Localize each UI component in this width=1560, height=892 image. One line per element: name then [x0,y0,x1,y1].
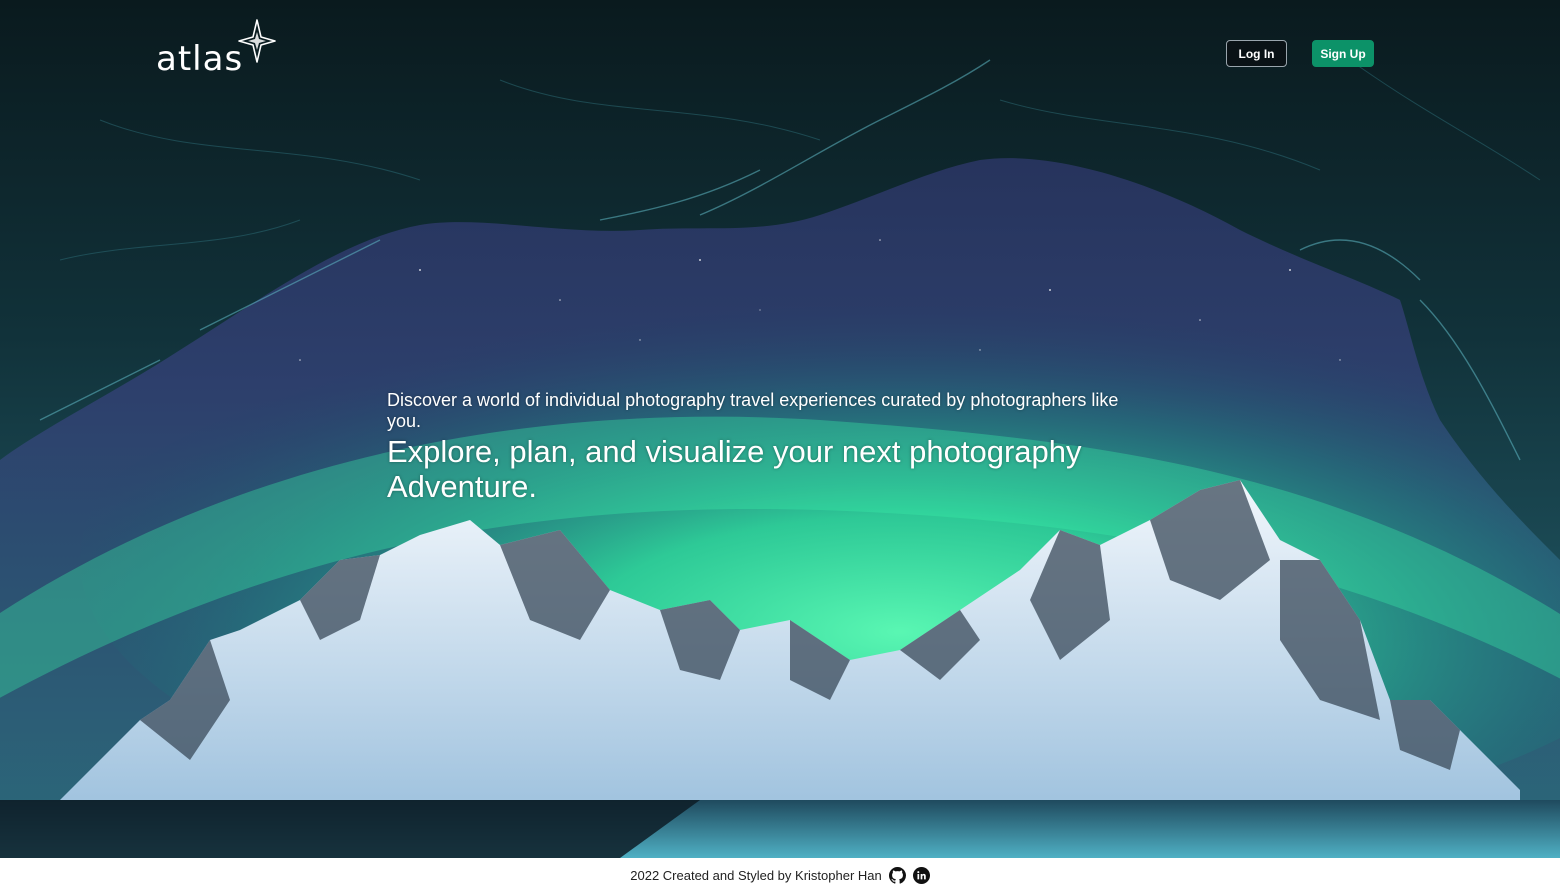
login-button[interactable]: Log In [1226,40,1287,67]
hero-tagline: Discover a world of individual photograp… [387,390,1147,504]
auth-nav: Log In Sign Up [1226,40,1374,67]
brand-logo[interactable]: atlas [156,18,277,76]
footer: 2022 Created and Styled by Kristopher Ha… [0,858,1560,892]
hero-section: atlas Log In Sign Up Discover a world of… [0,0,1560,858]
hero-subheading: Discover a world of individual photograp… [387,390,1119,431]
linkedin-icon[interactable] [912,866,930,884]
brand-name: atlas [156,39,244,79]
footer-credit: 2022 Created and Styled by Kristopher Ha… [630,867,882,883]
hero-headline: Explore, plan, and visualize your next p… [387,434,1082,504]
github-icon[interactable] [888,866,906,884]
compass-star-icon [238,19,276,63]
signup-button[interactable]: Sign Up [1312,40,1374,67]
